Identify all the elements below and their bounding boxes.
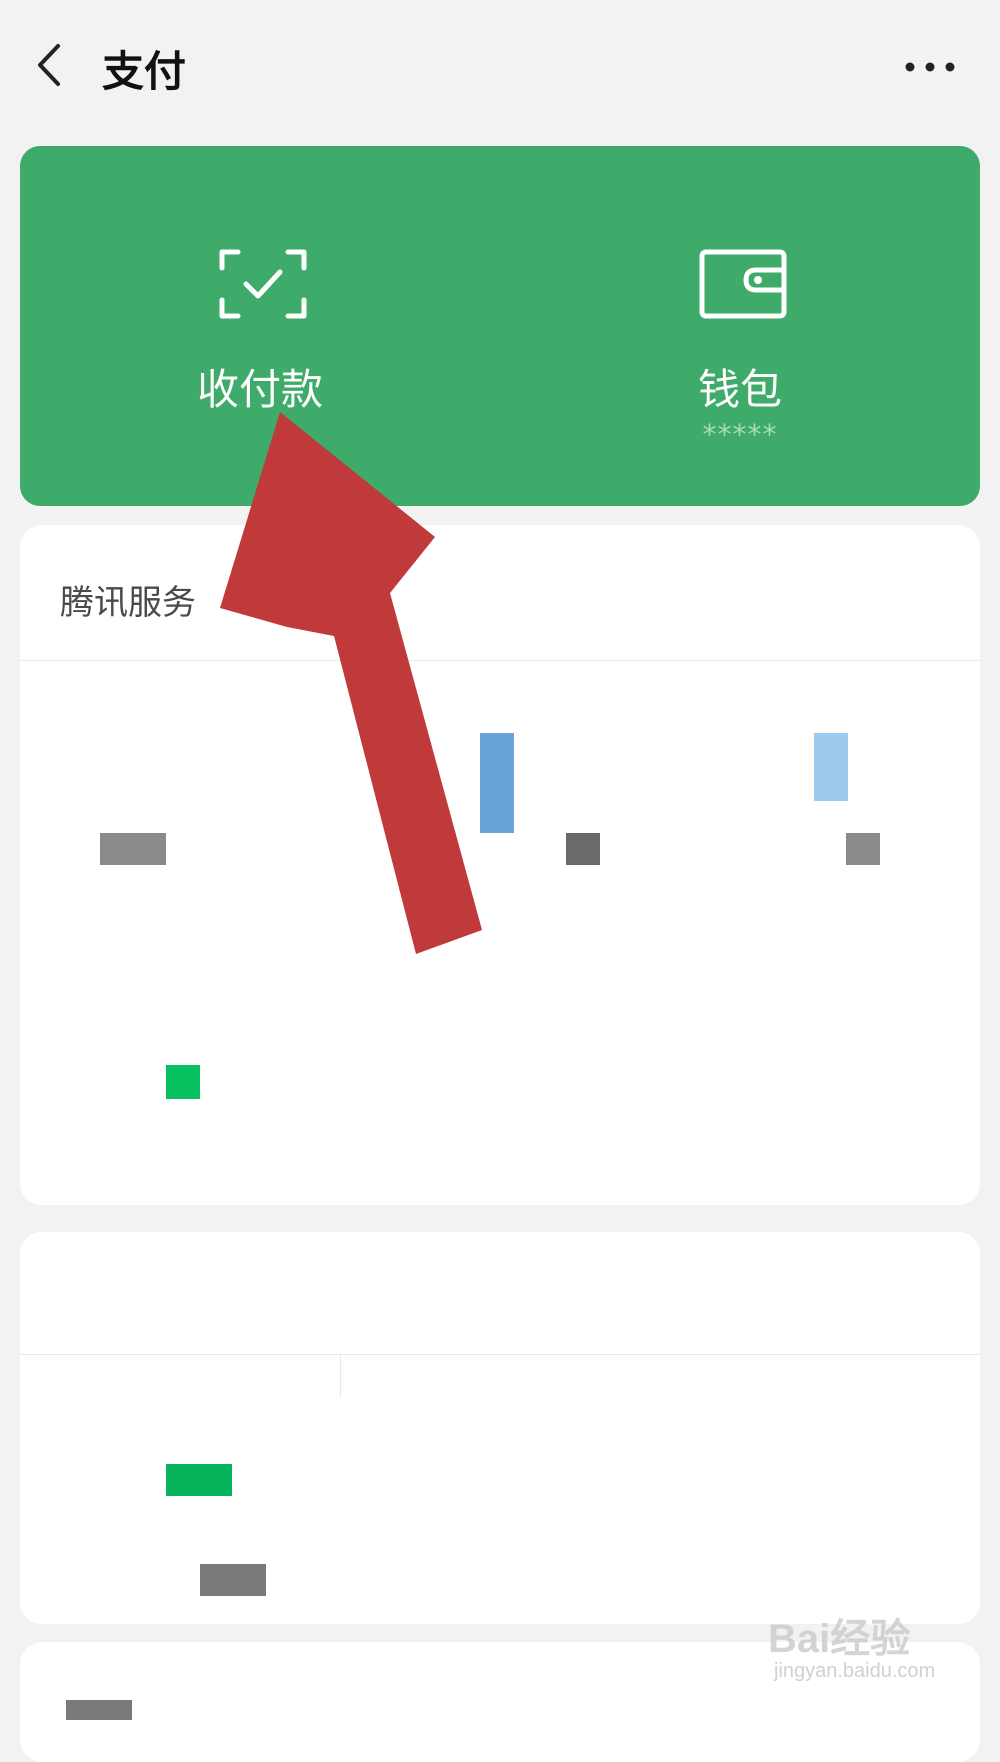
blurred-icon	[480, 733, 514, 833]
wallet-button[interactable]: 钱包 *****	[500, 146, 980, 506]
watermark-url: jingyan.baidu.com	[774, 1660, 936, 1682]
baidu-watermark: Bai经验 jingyan.baidu.com	[768, 1600, 978, 1690]
service-item[interactable]	[660, 661, 980, 891]
wallet-balance-masked: *****	[702, 418, 778, 451]
services-header: 腾讯服务	[60, 583, 196, 623]
blurred-label	[200, 1564, 266, 1596]
blurred-label	[846, 833, 880, 865]
scan-check-icon	[219, 249, 307, 319]
blurred-label	[66, 1700, 132, 1720]
blurred-icon	[166, 1065, 200, 1099]
service-item[interactable]	[20, 661, 340, 891]
blurred-label	[566, 833, 600, 865]
blurred-icon	[814, 733, 848, 801]
service-item[interactable]	[20, 891, 340, 1121]
divider	[20, 1354, 980, 1355]
page-title: 支付	[102, 47, 187, 96]
watermark-brand: Bai经验	[768, 1617, 911, 1661]
top-bar: 支付	[0, 0, 1000, 140]
services-card-2	[20, 1232, 980, 1624]
service-item[interactable]	[340, 661, 660, 891]
divider	[340, 1354, 341, 1398]
tencent-services-card: 腾讯服务	[20, 525, 980, 1205]
more-horizontal-icon[interactable]	[902, 54, 958, 80]
receive-pay-label: 收付款	[196, 365, 323, 414]
pay-card: 收付款 钱包 *****	[20, 146, 980, 506]
blurred-icon	[166, 1464, 232, 1496]
receive-pay-button[interactable]: 收付款	[20, 146, 500, 506]
wallet-icon	[699, 249, 787, 319]
blurred-label	[100, 833, 166, 865]
chevron-left-icon[interactable]	[30, 40, 70, 90]
service-item[interactable]	[20, 1356, 340, 1596]
wallet-label: 钱包	[697, 365, 782, 414]
